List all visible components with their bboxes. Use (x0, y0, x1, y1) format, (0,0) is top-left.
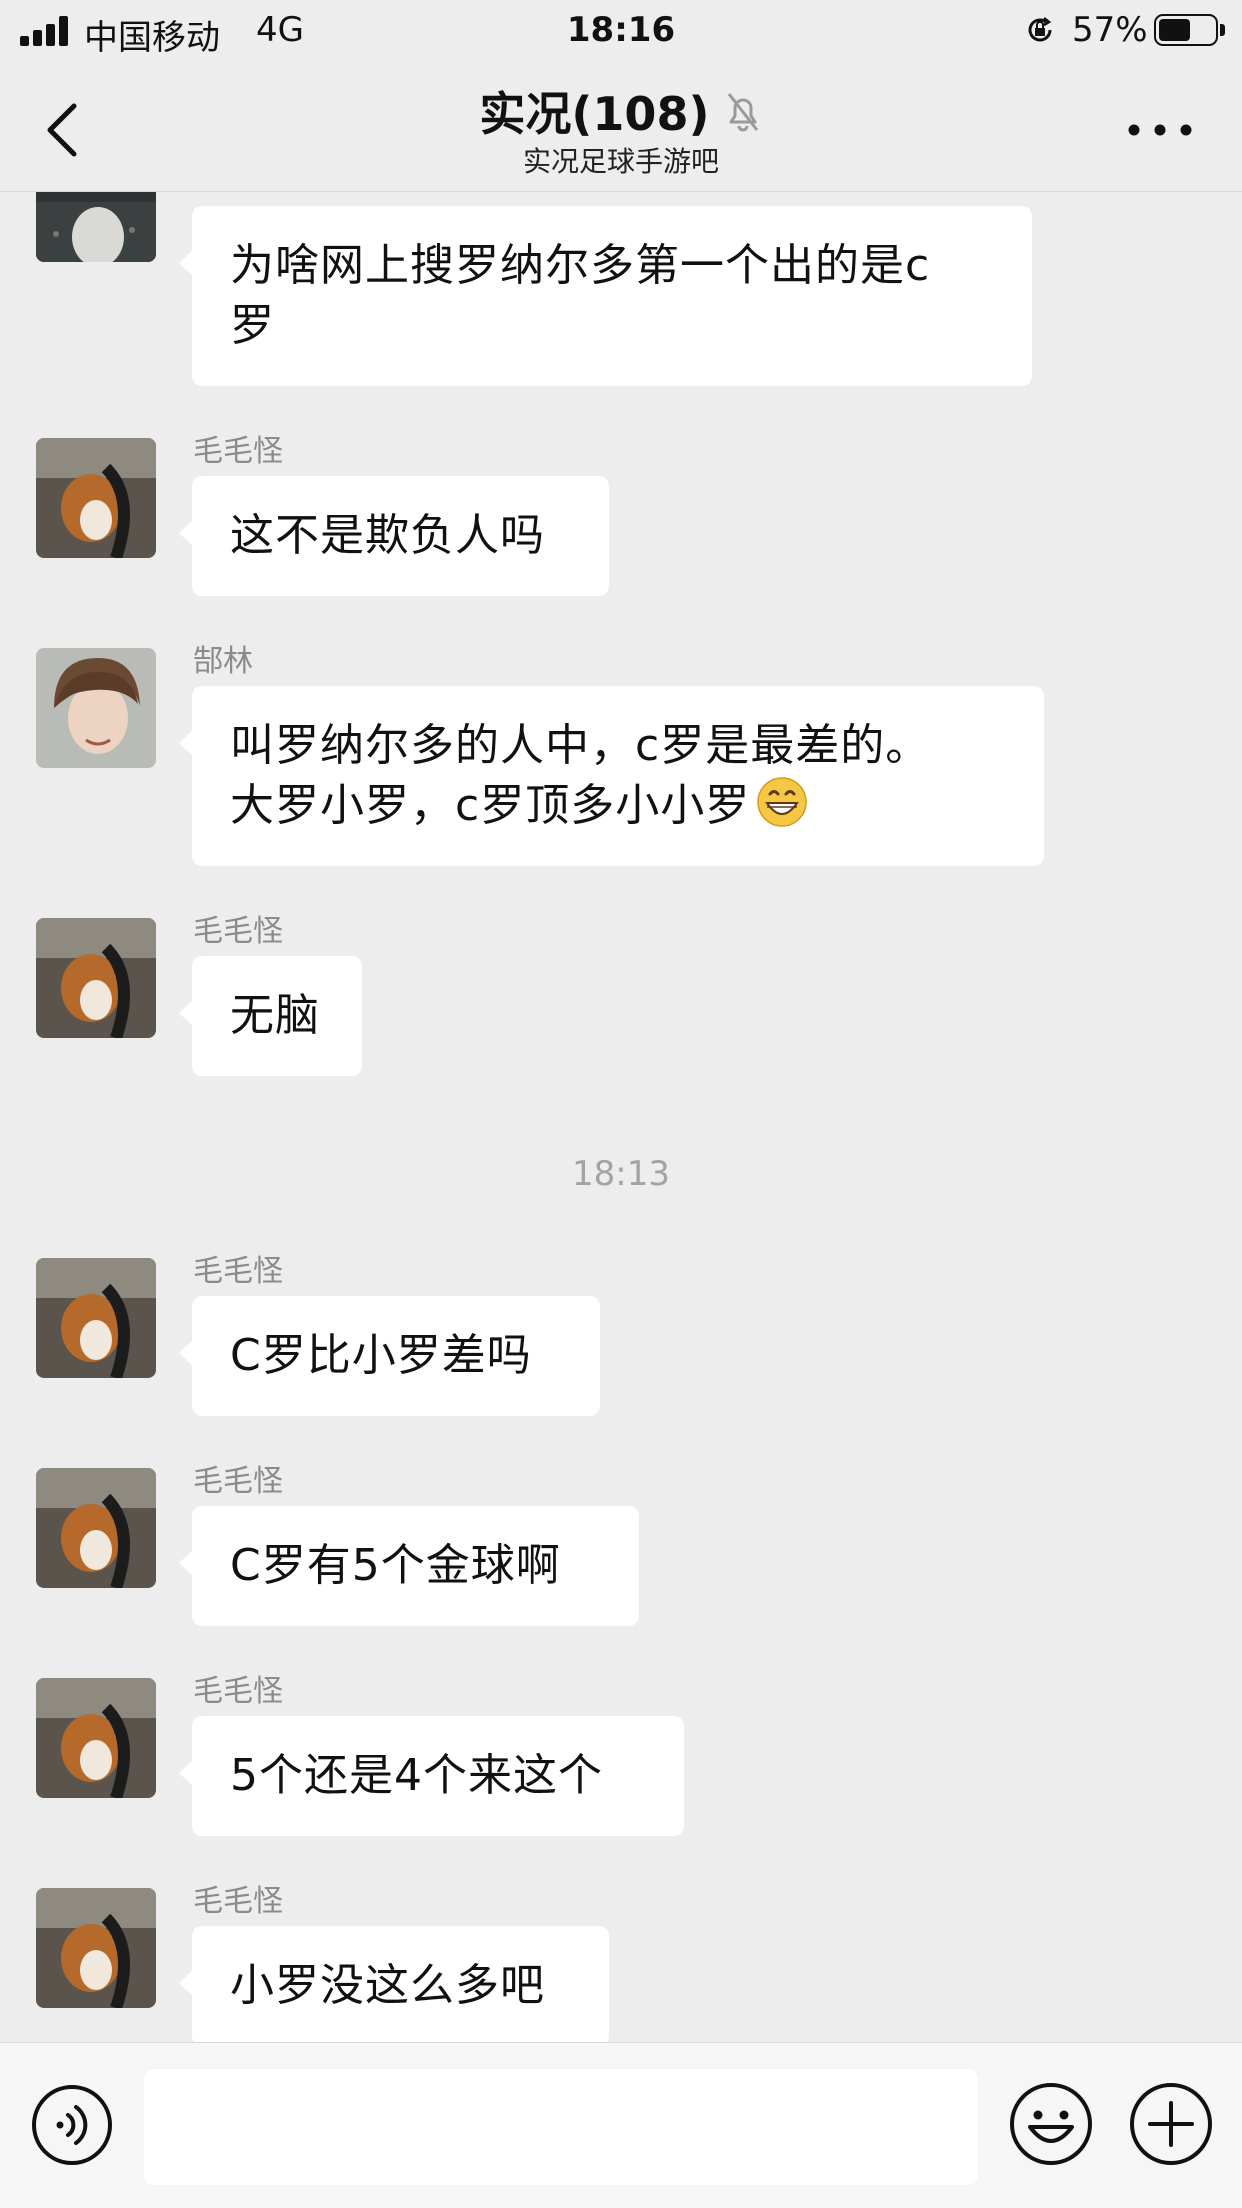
avatar[interactable] (36, 648, 156, 768)
sender-name: 郜林 (193, 644, 253, 679)
chat-header: 实况(108) 实况足球手游吧 (0, 64, 1242, 192)
avatar[interactable] (36, 192, 156, 262)
avatar[interactable] (36, 1468, 156, 1588)
input-bar (0, 2042, 1242, 2208)
sender-name: 毛毛怪 (193, 434, 283, 469)
battery-percent: 57% (1072, 10, 1148, 50)
battery-cap (1220, 24, 1225, 36)
mute-bell-icon (727, 93, 758, 132)
plus-icon[interactable] (1128, 2081, 1214, 2167)
message-bubble[interactable]: 为啥网上搜罗纳尔多第一个出的是c 罗 (179, 206, 1032, 386)
message-list[interactable]: 为啥网上搜罗纳尔多第一个出的是c 罗 毛毛怪 这不是欺负人吗 郜林 叫罗纳尔多的… (0, 192, 1242, 2042)
emoji-icon[interactable] (1008, 2081, 1094, 2167)
message-bubble[interactable]: 小罗没这么多吧 (179, 1926, 609, 2042)
message-input[interactable] (144, 2069, 978, 2185)
sender-name: 毛毛怪 (193, 1674, 283, 1709)
message-bubble[interactable]: 5个还是4个来这个 (179, 1716, 684, 1836)
more-options-icon[interactable] (1120, 110, 1200, 150)
sender-name: 毛毛怪 (193, 1464, 283, 1499)
avatar[interactable] (36, 918, 156, 1038)
time-divider: 18:13 (572, 1154, 670, 1194)
sender-name: 毛毛怪 (193, 1254, 283, 1289)
message-text: 叫罗纳尔多的人中，c罗是最差的。 大罗小罗，c罗顶多小小罗 (230, 720, 931, 831)
avatar[interactable] (36, 438, 156, 558)
message-bubble[interactable]: C罗有5个金球啊 (179, 1506, 639, 1626)
battery-level (1159, 19, 1190, 41)
sender-name: 毛毛怪 (193, 1884, 283, 1919)
chat-title: 实况(108) (479, 87, 710, 141)
chat-subtitle: 实况足球手游吧 (522, 145, 719, 178)
grinning-emoji-icon (757, 777, 807, 827)
avatar[interactable] (36, 1678, 156, 1798)
status-bar: 中国移动 4G 18:16 57% (0, 0, 1242, 64)
message-bubble[interactable]: C罗比小罗差吗 (179, 1296, 600, 1416)
message-bubble[interactable]: 无脑 (179, 956, 362, 1076)
voice-icon[interactable] (30, 2083, 114, 2167)
message-bubble[interactable]: 叫罗纳尔多的人中，c罗是最差的。 大罗小罗，c罗顶多小小罗 (179, 686, 1044, 866)
avatar[interactable] (36, 1888, 156, 2008)
battery-icon (1154, 14, 1218, 46)
message-bubble[interactable]: 这不是欺负人吗 (179, 476, 609, 596)
sender-name: 毛毛怪 (193, 914, 283, 949)
avatar[interactable] (36, 1258, 156, 1378)
title-wrap: 实况(108) (0, 78, 1242, 144)
rotation-lock-icon (1028, 17, 1052, 42)
